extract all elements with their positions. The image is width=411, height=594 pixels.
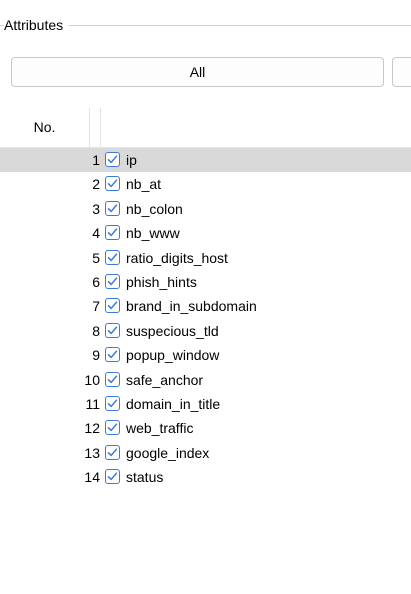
row-number: 12	[84, 420, 100, 437]
row-number: 5	[92, 249, 100, 266]
checkmark-icon	[107, 155, 118, 164]
attributes-panel: Attributes All No. 1 ip 2 nb_at 3 nb_colon 4 nb…	[0, 0, 411, 594]
attribute-checkbox[interactable]	[105, 420, 120, 436]
row-number: 8	[92, 322, 100, 339]
table-row[interactable]: 5 ratio_digits_host	[0, 246, 411, 270]
row-number: 7	[92, 298, 100, 315]
row-number: 6	[92, 273, 100, 290]
table-body: 1 ip 2 nb_at 3 nb_colon 4 nb_www 5 ratio_digits_h…	[0, 148, 411, 489]
checkmark-icon	[107, 374, 118, 383]
checkmark-icon	[107, 277, 118, 286]
attribute-checkbox[interactable]	[105, 371, 120, 387]
table-row[interactable]: 1 ip	[0, 148, 411, 173]
attribute-checkbox[interactable]	[105, 395, 120, 411]
attribute-checkbox[interactable]	[105, 225, 120, 241]
attribute-checkbox[interactable]	[105, 298, 120, 314]
table-header: No.	[0, 108, 411, 148]
attribute-checkbox[interactable]	[105, 176, 120, 192]
row-number: 4	[92, 225, 100, 242]
table-row[interactable]: 11 domain_in_title	[0, 392, 411, 416]
table-row[interactable]: 13 google_index	[0, 441, 411, 465]
attribute-name: brand_in_subdomain	[126, 298, 257, 315]
table-row[interactable]: 6 phish_hints	[0, 270, 411, 294]
attribute-checkbox[interactable]	[105, 249, 120, 265]
row-number: 2	[92, 176, 100, 193]
row-number: 10	[84, 371, 100, 388]
checkmark-icon	[107, 399, 118, 408]
attribute-checkbox[interactable]	[105, 200, 120, 216]
attribute-name: web_traffic	[126, 420, 194, 437]
attribute-name: popup_window	[126, 347, 220, 364]
attribute-name: ip	[126, 152, 137, 168]
attribute-checkbox[interactable]	[105, 273, 120, 289]
attribute-name: nb_colon	[126, 200, 183, 217]
attribute-name: safe_anchor	[126, 371, 204, 388]
checkmark-icon	[107, 301, 118, 310]
attribute-checkbox[interactable]	[105, 152, 120, 167]
table-row[interactable]: 4 nb_www	[0, 221, 411, 245]
column-header-checkbox[interactable]	[90, 108, 101, 147]
checkmark-icon	[107, 228, 118, 237]
attribute-name: suspecious_tld	[126, 322, 219, 339]
row-number: 9	[92, 347, 100, 364]
attribute-checkbox[interactable]	[105, 347, 120, 363]
attribute-name: nb_www	[126, 225, 180, 242]
checkmark-icon	[107, 472, 118, 481]
attribute-checkbox[interactable]	[105, 469, 120, 485]
table-row[interactable]: 7 brand_in_subdomain	[0, 294, 411, 318]
attribute-name: phish_hints	[126, 273, 197, 290]
table-row[interactable]: 9 popup_window	[0, 343, 411, 367]
checkmark-icon	[107, 204, 118, 212]
column-header-no[interactable]: No.	[0, 108, 90, 147]
attribute-name: google_index	[126, 444, 210, 461]
group-box-legend: Attributes	[4, 16, 70, 34]
attributes-table: No. 1 ip 2 nb_at 3 nb_colon 4 nb_www 5 ratio_digi…	[0, 108, 411, 489]
checkmark-icon	[107, 448, 118, 456]
row-number: 1	[92, 152, 100, 168]
row-number: 3	[92, 200, 100, 217]
table-row[interactable]: 12 web_traffic	[0, 416, 411, 440]
checkmark-icon	[107, 350, 118, 359]
table-row[interactable]: 8 suspecious_tld	[0, 319, 411, 343]
attribute-name: nb_at	[126, 176, 162, 193]
select-all-button[interactable]: All	[11, 57, 384, 87]
table-row[interactable]: 3 nb_colon	[0, 197, 411, 221]
table-row[interactable]: 10 safe_anchor	[0, 368, 411, 392]
deselect-button[interactable]	[392, 57, 411, 87]
table-row[interactable]: 14 status	[0, 465, 411, 489]
attribute-name: domain_in_title	[126, 395, 221, 412]
checkmark-icon	[107, 253, 118, 261]
attribute-checkbox[interactable]	[105, 444, 120, 460]
row-number: 13	[84, 444, 100, 461]
checkmark-icon	[107, 326, 118, 334]
attribute-checkbox[interactable]	[105, 322, 120, 338]
checkmark-icon	[107, 179, 118, 188]
row-number: 14	[84, 469, 100, 486]
attribute-name: ratio_digits_host	[126, 249, 228, 266]
attribute-name: status	[126, 469, 164, 486]
table-row[interactable]: 2 nb_at	[0, 172, 411, 196]
row-number: 11	[85, 395, 100, 412]
checkmark-icon	[107, 423, 118, 432]
